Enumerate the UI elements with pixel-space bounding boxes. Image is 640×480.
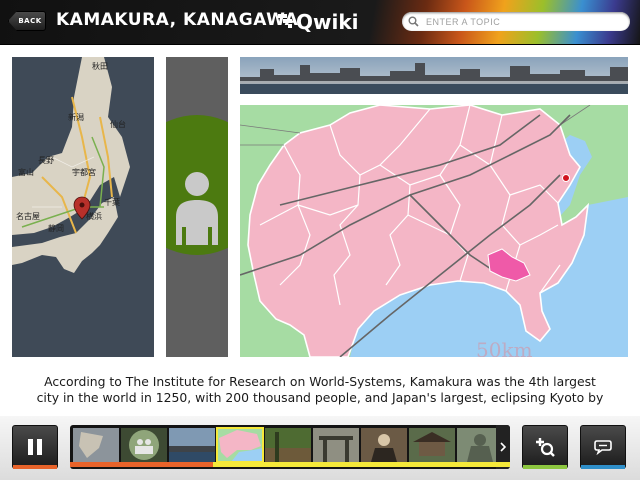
japan-map-graphic: 秋田 新潟 仙台 長野 富山 宇都宮 千葉 名古屋 横浜 静岡: [12, 57, 154, 357]
kanagawa-map-graphic: 50km: [240, 105, 628, 357]
harbor-photo: [240, 57, 628, 94]
progress-remaining: [213, 462, 510, 467]
thumbnail-person[interactable]: [121, 428, 167, 462]
comment-icon: [594, 440, 612, 455]
search-input[interactable]: [424, 15, 618, 28]
progress-played: [70, 462, 213, 467]
pause-button[interactable]: [12, 425, 58, 469]
caption-line-2: city in the world in 1250, with 200 thou…: [36, 390, 604, 405]
thumbnail-map[interactable]: [73, 428, 119, 462]
map-scale-label: 50km: [476, 338, 533, 357]
caption-line-1: According to The Institute for Research …: [44, 374, 596, 389]
playback-progress[interactable]: [70, 462, 510, 467]
city-marker-icon: [562, 174, 570, 182]
person-silhouette-icon: [166, 57, 228, 357]
back-button-label: BACK: [18, 17, 42, 25]
person-placeholder-tile[interactable]: [166, 57, 228, 357]
back-button[interactable]: BACK: [8, 11, 46, 31]
kanagawa-map-tile[interactable]: 50km: [240, 105, 628, 357]
pause-button-accent: [13, 465, 57, 469]
map-label-nagoya: 名古屋: [16, 211, 40, 221]
comment-button-accent: [581, 465, 625, 469]
chevron-right-icon: [500, 442, 506, 452]
thumbnail-portrait[interactable]: [361, 428, 407, 462]
harbor-photo-tile[interactable]: [240, 57, 628, 94]
pause-icon: [28, 439, 42, 455]
add-button-accent: [523, 465, 567, 469]
map-label-shizuoka: 静岡: [48, 223, 64, 233]
search-box[interactable]: [402, 12, 630, 31]
map-label-chiba: 千葉: [104, 197, 120, 207]
search-icon: [408, 16, 424, 27]
map-label-sendai: 仙台: [110, 119, 126, 129]
qwiki-logo-text: Qwiki: [296, 10, 359, 34]
map-label-niigata: 新潟: [68, 112, 84, 122]
page-title: KAMAKURA, KANAGAWA: [56, 10, 299, 30]
thumbnail-gate[interactable]: [313, 428, 359, 462]
thumbnail-temple[interactable]: [409, 428, 455, 462]
filmstrip-thumbnails: [73, 427, 503, 463]
comment-button[interactable]: [580, 425, 626, 469]
thumbnail-harbor[interactable]: [169, 428, 215, 462]
add-qwiki-icon: [536, 438, 555, 457]
map-label-akita: 秋田: [92, 61, 108, 71]
thumbnail-forest[interactable]: [265, 428, 311, 462]
thumbnail-kanagawa-map[interactable]: [216, 427, 264, 463]
narration-caption: According to The Institute for Research …: [10, 374, 630, 406]
map-label-yokohama: 横浜: [86, 211, 102, 221]
qwiki-logo-icon: [278, 14, 294, 30]
map-label-toyama: 富山: [18, 167, 34, 177]
top-bar: BACK KAMAKURA, KANAGAWA Qwiki: [0, 0, 640, 44]
japan-map-tile[interactable]: 秋田 新潟 仙台 長野 富山 宇都宮 千葉 名古屋 横浜 静岡: [12, 57, 154, 357]
map-label-nagano: 長野: [38, 156, 54, 165]
qwiki-logo: Qwiki: [278, 8, 359, 36]
add-qwiki-button[interactable]: [522, 425, 568, 469]
map-label-utsunomiya: 宇都宮: [72, 167, 96, 177]
